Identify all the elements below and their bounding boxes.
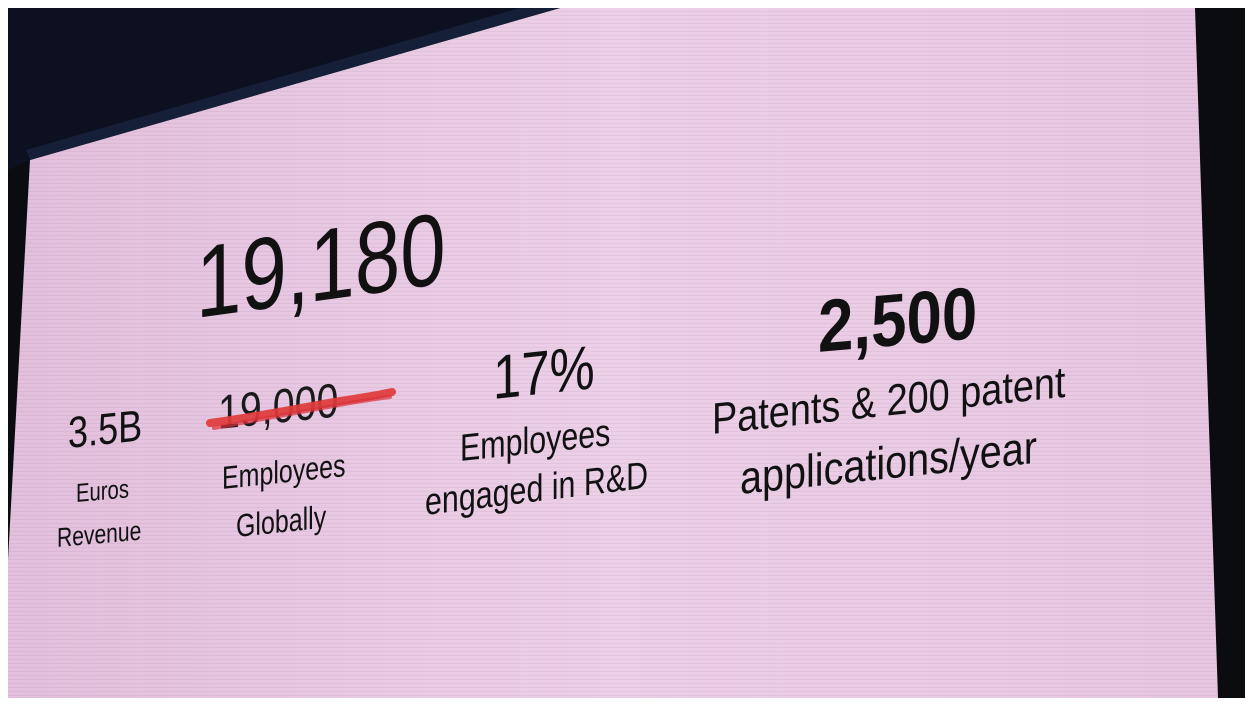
photo: 3.5B Euros Revenue 19,180 19,000 Employe…: [0, 0, 1253, 706]
revenue-value: 3.5B: [68, 401, 143, 458]
employees-label-line2: Globally: [236, 498, 327, 544]
employees-old-value: 19,000: [218, 374, 339, 440]
rnd-value: 17%: [493, 333, 595, 413]
presentation-screen: [8, 8, 1218, 698]
patents-value: 2,500: [818, 271, 978, 368]
revenue-label-line1: Euros: [76, 473, 129, 508]
